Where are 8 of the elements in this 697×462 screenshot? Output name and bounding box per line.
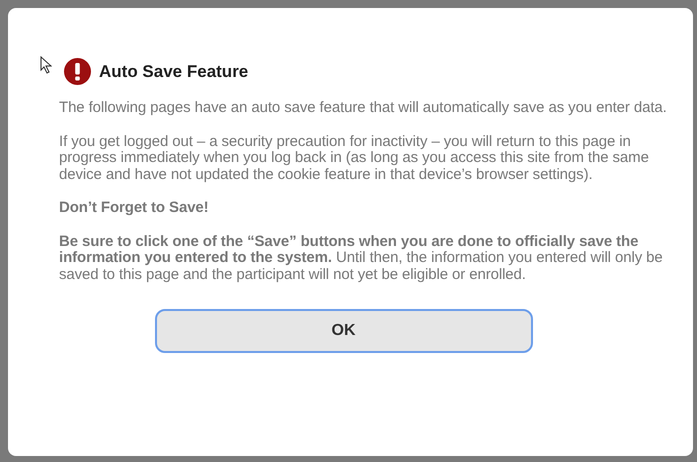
alert-icon bbox=[64, 58, 91, 85]
dialog-title: Auto Save Feature bbox=[99, 62, 248, 82]
paragraph: If you get logged out – a security precaution for inactivity – you will return to this page in progress immediately when you log back in (as long as you access this site from the same device and have not updated the cookie feature in that device’s browser settings). bbox=[59, 134, 650, 183]
paragraph: The following pages have an auto save feature that will automatically save as you enter data. bbox=[59, 100, 668, 116]
ok-button[interactable]: OK bbox=[154, 309, 532, 353]
paragraph: Be sure to click one of the “Save” buttons when you are done to officially save the information you entered to the system. Until then, the information you entered will only be saved to this page and the participant will not yet be eligible or enrolled. bbox=[59, 234, 664, 283]
pointer-icon bbox=[40, 56, 52, 74]
section-heading: Don’t Forget to Save! bbox=[59, 200, 210, 216]
